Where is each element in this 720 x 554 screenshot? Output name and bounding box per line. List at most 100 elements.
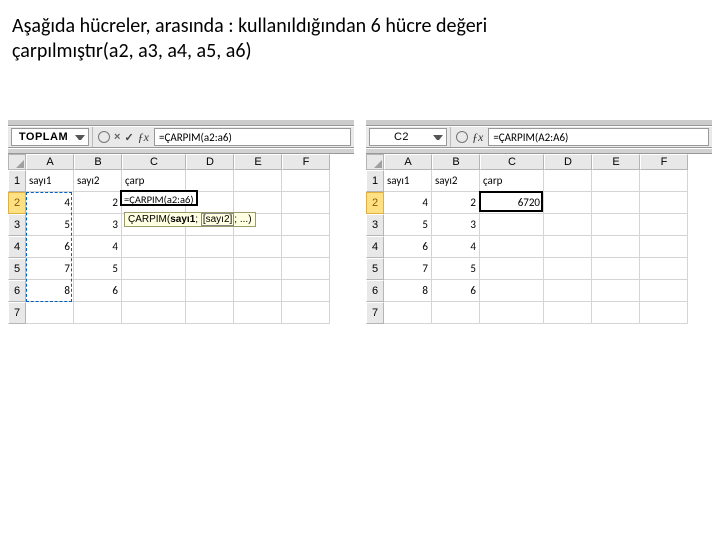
cell[interactable]: 3: [432, 214, 480, 236]
row-header[interactable]: 1: [8, 170, 26, 192]
cell[interactable]: [592, 236, 640, 258]
col-header[interactable]: D: [186, 154, 234, 170]
cell[interactable]: [432, 302, 480, 324]
row-header[interactable]: 2: [8, 192, 26, 214]
row-header[interactable]: 7: [8, 302, 26, 324]
cell[interactable]: 2: [432, 192, 480, 214]
row-header[interactable]: 6: [366, 280, 384, 302]
cell[interactable]: [282, 258, 330, 280]
col-header[interactable]: E: [234, 154, 282, 170]
cell[interactable]: sayı2: [74, 170, 122, 192]
cell[interactable]: sayı1: [26, 170, 74, 192]
select-all-corner[interactable]: [8, 154, 26, 170]
col-header[interactable]: D: [544, 154, 592, 170]
cell[interactable]: [282, 170, 330, 192]
cell[interactable]: 3: [74, 214, 122, 236]
cell[interactable]: [640, 258, 688, 280]
fx-icon[interactable]: ƒx: [138, 130, 149, 145]
name-box[interactable]: C2: [369, 128, 447, 146]
cell[interactable]: [282, 192, 330, 214]
cell[interactable]: [480, 302, 544, 324]
cell[interactable]: [640, 170, 688, 192]
cell[interactable]: [122, 280, 186, 302]
in-cell-formula[interactable]: =ÇARPIM(a2:a6): [120, 190, 198, 206]
row-header[interactable]: 5: [366, 258, 384, 280]
cell[interactable]: 4: [384, 192, 432, 214]
cell[interactable]: [544, 192, 592, 214]
col-header[interactable]: F: [640, 154, 688, 170]
cell[interactable]: [640, 192, 688, 214]
cell[interactable]: 4: [26, 192, 74, 214]
cell[interactable]: [640, 302, 688, 324]
cell[interactable]: 2: [74, 192, 122, 214]
formula-input[interactable]: =ÇARPIM(a2:a6): [154, 128, 351, 146]
cell[interactable]: sayı1: [384, 170, 432, 192]
cell[interactable]: [234, 302, 282, 324]
cell[interactable]: [234, 192, 282, 214]
grid-left[interactable]: A B C D E F 1 sayı1 sayı2 çarp 2 4 2 3 5: [8, 154, 354, 324]
cell[interactable]: [234, 258, 282, 280]
row-header[interactable]: 3: [8, 214, 26, 236]
col-header[interactable]: E: [592, 154, 640, 170]
cell[interactable]: [186, 258, 234, 280]
cell[interactable]: [234, 236, 282, 258]
cell[interactable]: [640, 236, 688, 258]
cell[interactable]: [122, 258, 186, 280]
cell[interactable]: [544, 258, 592, 280]
col-header[interactable]: F: [282, 154, 330, 170]
col-header[interactable]: A: [26, 154, 74, 170]
cell[interactable]: çarp: [480, 170, 544, 192]
col-header[interactable]: B: [432, 154, 480, 170]
formula-input[interactable]: =ÇARPIM(A2:A6): [488, 128, 709, 146]
cell[interactable]: 7: [26, 258, 74, 280]
cell[interactable]: [544, 280, 592, 302]
chevron-down-icon[interactable]: [433, 135, 443, 140]
cell[interactable]: 6: [432, 280, 480, 302]
cell[interactable]: 7: [384, 258, 432, 280]
cell[interactable]: [480, 214, 544, 236]
cell[interactable]: [592, 258, 640, 280]
cell[interactable]: [480, 236, 544, 258]
col-header[interactable]: C: [480, 154, 544, 170]
row-header[interactable]: 2: [366, 192, 384, 214]
cell[interactable]: [640, 280, 688, 302]
cell[interactable]: [544, 236, 592, 258]
cell[interactable]: [122, 302, 186, 324]
row-header[interactable]: 5: [8, 258, 26, 280]
cell[interactable]: 8: [384, 280, 432, 302]
cell[interactable]: [592, 280, 640, 302]
cell[interactable]: [640, 214, 688, 236]
col-header[interactable]: B: [74, 154, 122, 170]
cell[interactable]: 5: [432, 258, 480, 280]
cell[interactable]: [122, 236, 186, 258]
cell[interactable]: [26, 302, 74, 324]
grid-right[interactable]: A B C D E F 1 sayı1 sayı2 çarp 2 4 2 672…: [366, 154, 712, 324]
cell[interactable]: [186, 170, 234, 192]
cell[interactable]: [592, 192, 640, 214]
insert-function-icon[interactable]: [98, 131, 110, 143]
cell[interactable]: 6: [74, 280, 122, 302]
cell-result[interactable]: 6720: [480, 192, 544, 214]
cell[interactable]: 6: [26, 236, 74, 258]
cell[interactable]: 5: [26, 214, 74, 236]
row-header[interactable]: 4: [8, 236, 26, 258]
col-header[interactable]: A: [384, 154, 432, 170]
cell[interactable]: [282, 302, 330, 324]
cell[interactable]: [480, 280, 544, 302]
cell[interactable]: [186, 236, 234, 258]
cell[interactable]: [592, 302, 640, 324]
fx-icon[interactable]: ƒx: [472, 130, 483, 145]
row-header[interactable]: 7: [366, 302, 384, 324]
cell[interactable]: [480, 258, 544, 280]
cell[interactable]: [234, 170, 282, 192]
cell[interactable]: 6: [384, 236, 432, 258]
cell[interactable]: 5: [384, 214, 432, 236]
select-all-corner[interactable]: [366, 154, 384, 170]
cell[interactable]: [282, 214, 330, 236]
cell[interactable]: 4: [432, 236, 480, 258]
cancel-icon[interactable]: ×: [114, 131, 120, 143]
row-header[interactable]: 4: [366, 236, 384, 258]
cell[interactable]: [544, 302, 592, 324]
cell[interactable]: 8: [26, 280, 74, 302]
cell[interactable]: [282, 280, 330, 302]
